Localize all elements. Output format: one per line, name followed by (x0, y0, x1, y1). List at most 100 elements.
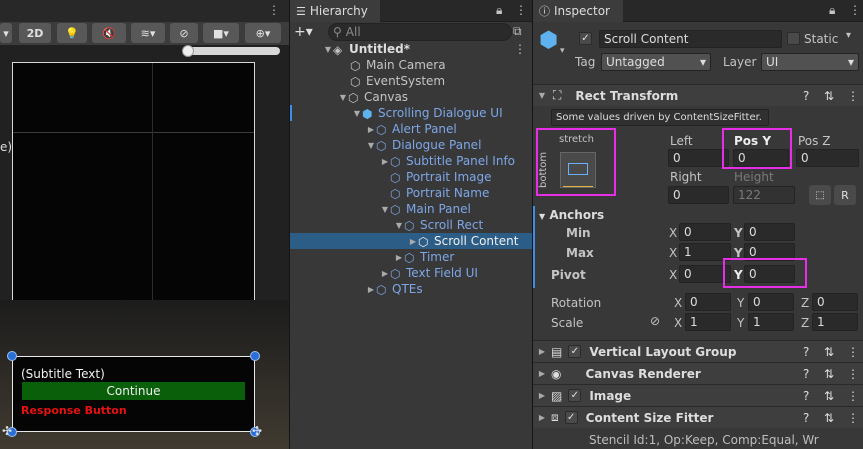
component-menu-icon[interactable]: ⋮ (847, 89, 859, 103)
tree-item-scroll-content[interactable]: ▶ ⬡ Scroll Content (290, 233, 532, 249)
response-button[interactable]: Response Button (21, 404, 127, 417)
camera-dropdown[interactable]: ■▾ (203, 23, 239, 43)
static-checkbox[interactable] (787, 32, 800, 45)
raw-edit-button[interactable]: R (834, 185, 856, 205)
right-input[interactable]: 0 (668, 186, 729, 204)
lighting-toggle[interactable]: 💡 (57, 23, 87, 43)
image-header[interactable]: ▶ ▨ ✓ Image ? ⇅ ⋮ (533, 384, 863, 406)
collapse-arrow-icon[interactable]: ▶ (380, 157, 390, 166)
tree-item-canvas[interactable]: ▼ ⬡ Canvas (290, 89, 532, 105)
help-icon[interactable]: ? (803, 411, 809, 425)
component-enabled-checkbox[interactable]: ✓ (568, 345, 582, 358)
tree-item-alert-panel[interactable]: ▶ ⬡ Alert Panel (290, 121, 532, 137)
anchor-preset-button[interactable] (560, 152, 596, 188)
constrain-proportions-link-icon[interactable]: ⊘ (650, 314, 660, 328)
expand-arrow-icon[interactable]: ▼ (338, 93, 348, 102)
component-menu-icon[interactable]: ⋮ (847, 367, 859, 381)
posy-input[interactable]: 0 (733, 149, 789, 167)
scene-zoom-slider[interactable] (184, 47, 280, 55)
anchor-min-x-input[interactable]: 0 (679, 223, 731, 241)
effects-toggle[interactable]: ≋▾ (131, 23, 165, 43)
rect-transform-header[interactable]: ▼ ⛶ Rect Transform ? ⇅ ⋮ (533, 84, 863, 106)
scene-view[interactable]: ⋮ ▾ 2D 💡 🔇 ≋▾ ⊘ ■▾ ⊕▾ e) (Subtitle Text)… (0, 0, 289, 449)
static-dropdown-arrow-icon[interactable]: ▾ (846, 30, 851, 41)
scale-y-input[interactable]: 1 (748, 313, 794, 331)
expand-arrow-icon[interactable]: ▼ (380, 205, 390, 214)
expand-arrow-icon[interactable]: ▼ (323, 45, 333, 54)
tree-item-scrolling-dialogue-ui[interactable]: ▼ ⬢ Scrolling Dialogue UI (290, 105, 532, 121)
rect-handle-top-right[interactable] (250, 351, 260, 361)
audio-toggle[interactable]: 🔇 (92, 23, 126, 43)
tree-item-text-field-ui[interactable]: ▶ ⬡ Text Field UI (290, 265, 532, 281)
anchors-foldout[interactable]: ▼ Anchors (539, 208, 604, 222)
expand-arrow-icon[interactable]: ▼ (394, 221, 404, 230)
posz-input[interactable]: 0 (796, 149, 859, 167)
icon-dropdown-arrow-icon[interactable]: ▾ (560, 46, 565, 56)
tab-hierarchy[interactable]: ☰ Hierarchy (290, 0, 380, 22)
inspector-menu-icon[interactable]: ⋮ (849, 3, 861, 17)
help-icon[interactable]: ? (803, 345, 809, 359)
mode-2d-button[interactable]: 2D (19, 23, 51, 43)
tag-dropdown[interactable]: Untagged ▾ (601, 53, 711, 71)
collapse-arrow-icon[interactable]: ▶ (366, 125, 376, 134)
panel-divider[interactable] (532, 0, 533, 449)
tree-item-main-camera[interactable]: ⬡ Main Camera (290, 57, 532, 73)
tree-item-scroll-rect[interactable]: ▼ ⬡ Scroll Rect (290, 217, 532, 233)
component-menu-icon[interactable]: ⋮ (847, 345, 859, 359)
tree-item-untitled[interactable]: ▼ ◈ Untitled* ⋮ (290, 41, 532, 57)
help-icon[interactable]: ? (803, 89, 809, 103)
anchor-icon[interactable]: ✣ (252, 424, 262, 438)
collapse-arrow-icon[interactable]: ▶ (537, 413, 547, 422)
scene-zoom-slider-handle[interactable] (182, 45, 194, 57)
collapse-arrow-icon[interactable]: ▶ (537, 347, 547, 356)
scale-x-input[interactable]: 1 (685, 313, 731, 331)
preset-sliders-icon[interactable]: ⇅ (824, 411, 834, 425)
tree-item-qtes[interactable]: ▶ ⬡ QTEs (290, 281, 532, 297)
layer-dropdown[interactable]: UI ▾ (761, 53, 859, 71)
tree-item-subtitle-panel-info[interactable]: ▶ ⬡ Subtitle Panel Info (290, 153, 532, 169)
lock-icon[interactable]: 🔒︎ (829, 3, 835, 18)
tree-item-main-panel[interactable]: ▼ ⬡ Main Panel (290, 201, 532, 217)
preset-sliders-icon[interactable]: ⇅ (824, 389, 834, 403)
collapse-arrow-icon[interactable]: ▶ (537, 391, 547, 400)
pivot-y-input[interactable]: 0 (744, 265, 795, 283)
content-size-fitter-header[interactable]: ▶ ⧈ ✓ Content Size Fitter ? ⇅ ⋮ (533, 406, 863, 428)
tree-item-timer[interactable]: ▶ ⬡ Timer (290, 249, 532, 265)
scene-menu-icon[interactable]: ⋮ (268, 3, 280, 17)
active-checkbox[interactable]: ✓ (579, 32, 592, 45)
preset-sliders-icon[interactable]: ⇅ (824, 89, 834, 103)
scale-z-input[interactable]: 1 (812, 313, 858, 331)
expand-arrow-icon[interactable]: ▼ (352, 109, 362, 118)
hierarchy-search-input[interactable]: ⚲ All (328, 23, 512, 41)
rotation-z-input[interactable]: 0 (812, 293, 858, 311)
left-input[interactable]: 0 (668, 149, 729, 167)
create-add-button[interactable]: +▾ (294, 24, 313, 40)
tab-inspector[interactable]: ⓘ Inspector (533, 0, 623, 22)
component-enabled-checkbox[interactable]: ✓ (568, 389, 582, 402)
anchor-icon[interactable]: ✣ (2, 424, 12, 438)
collapse-arrow-icon[interactable]: ▶ (394, 253, 404, 262)
canvas-renderer-header[interactable]: ▶ ◉ Canvas Renderer ? ⇅ ⋮ (533, 362, 863, 384)
anchor-min-y-input[interactable]: 0 (744, 223, 795, 241)
component-menu-icon[interactable]: ⋮ (847, 411, 859, 425)
rotation-y-input[interactable]: 0 (748, 293, 794, 311)
visibility-toggle[interactable]: ⊘ (170, 23, 198, 43)
expand-arrow-icon[interactable]: ▼ (537, 91, 547, 100)
row-menu-icon[interactable]: ⋮ (514, 42, 526, 56)
expand-arrow-icon[interactable]: ▼ (366, 141, 376, 150)
help-icon[interactable]: ? (803, 389, 809, 403)
component-menu-icon[interactable]: ⋮ (847, 389, 859, 403)
blueprint-mode-button[interactable]: ⬚ (809, 185, 831, 205)
tree-item-dialogue-panel[interactable]: ▼ ⬡ Dialogue Panel (290, 137, 532, 153)
preset-sliders-icon[interactable]: ⇅ (824, 345, 834, 359)
component-enabled-checkbox[interactable]: ✓ (564, 411, 578, 424)
tree-item-portrait-name[interactable]: ⬡ Portrait Name (290, 185, 532, 201)
lock-icon[interactable]: 🔒︎ (496, 3, 502, 18)
toolbar-left-cut-button[interactable]: ▾ (0, 23, 12, 43)
hierarchy-menu-icon[interactable]: ⋮ (515, 3, 527, 17)
rect-handle-top-left[interactable] (7, 351, 17, 361)
tree-item-portrait-image[interactable]: ⬡ Portrait Image (290, 169, 532, 185)
collapse-arrow-icon[interactable]: ▶ (366, 285, 376, 294)
collapse-arrow-icon[interactable]: ▶ (380, 269, 390, 278)
rotation-x-input[interactable]: 0 (685, 293, 731, 311)
